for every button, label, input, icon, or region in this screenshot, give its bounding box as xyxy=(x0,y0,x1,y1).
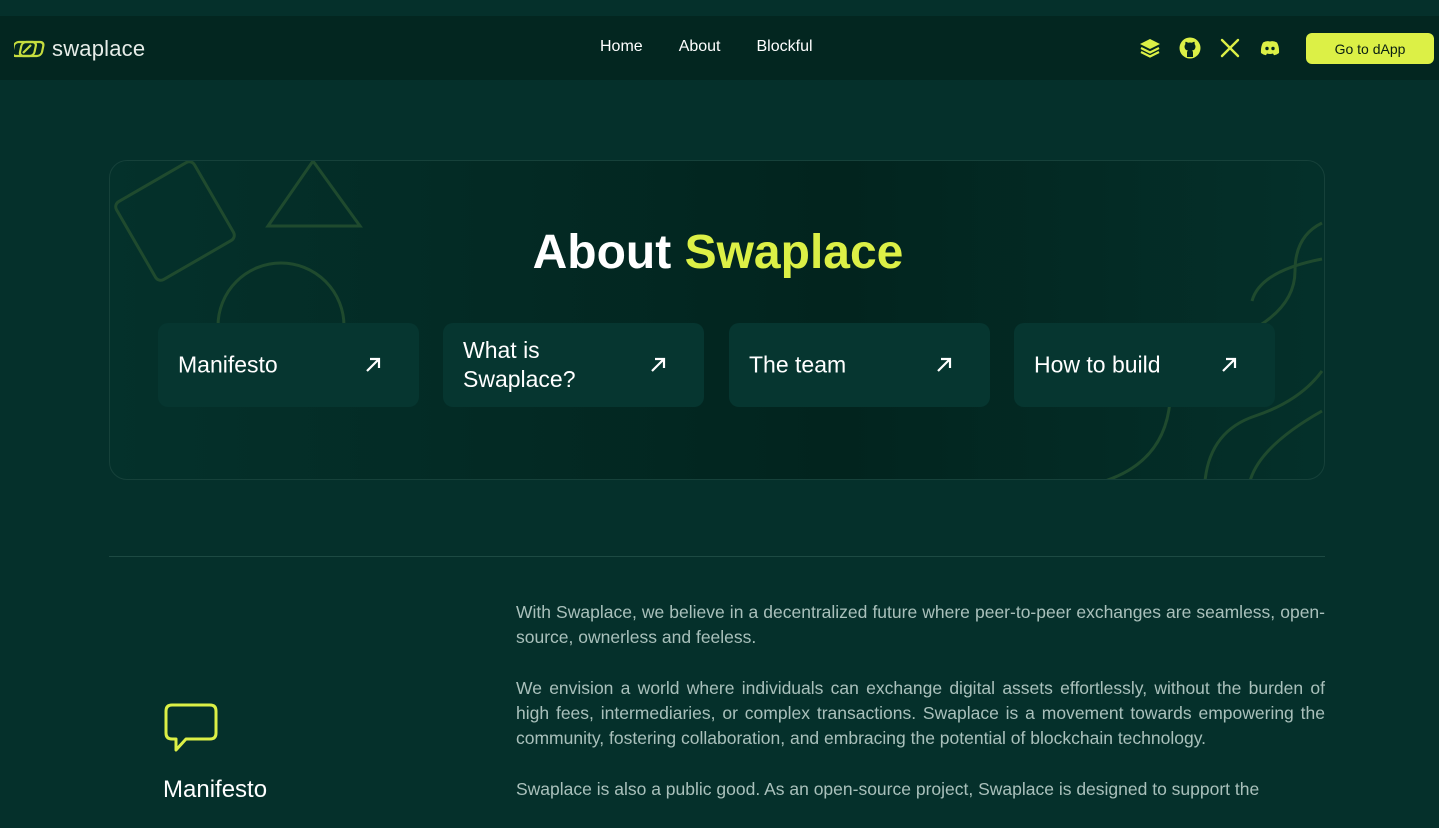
nav-blockful[interactable]: Blockful xyxy=(757,38,813,56)
discord-icon[interactable] xyxy=(1258,36,1282,60)
arrow-up-right-icon xyxy=(651,357,666,372)
github-icon[interactable] xyxy=(1178,36,1202,60)
main-nav: Home About Blockful xyxy=(600,38,849,56)
card-label: Manifesto xyxy=(178,351,278,378)
arrow-up-right-icon xyxy=(1222,357,1237,372)
manifesto-body: With Swaplace, we believe in a decentral… xyxy=(516,600,1325,828)
decorative-shapes xyxy=(114,161,1324,479)
arrow-up-right-icon xyxy=(937,357,952,372)
nav-home[interactable]: Home xyxy=(600,38,643,56)
x-icon[interactable] xyxy=(1218,36,1242,60)
social-links xyxy=(1138,36,1298,60)
brand-name: swaplace xyxy=(52,36,146,61)
title-accent: Swaplace xyxy=(684,226,904,279)
nav-about[interactable]: About xyxy=(679,38,721,56)
speech-bubble-icon xyxy=(164,703,218,752)
stack-icon[interactable] xyxy=(1138,36,1162,60)
site-header: swaplace Home About Blockful Go to dApp xyxy=(0,16,1439,80)
section-divider xyxy=(109,556,1325,557)
paragraph: We envision a world where individuals ca… xyxy=(516,678,1325,748)
logo[interactable]: swaplace xyxy=(14,36,145,62)
about-hero: About Swaplace Manifesto What is Swaplac… xyxy=(109,160,1325,480)
paragraph: Swaplace is also a public good. As an op… xyxy=(516,779,1260,799)
paragraph: With Swaplace, we believe in a decentral… xyxy=(516,602,1325,647)
arrow-up-right-icon xyxy=(366,357,381,372)
card-what-is-swaplace[interactable]: What is Swaplace? xyxy=(443,323,704,407)
page-title: About Swaplace xyxy=(110,225,1324,280)
go-to-dapp-button[interactable]: Go to dApp xyxy=(1306,33,1434,64)
card-the-team[interactable]: The team xyxy=(729,323,990,407)
card-manifesto[interactable]: Manifesto xyxy=(158,323,419,407)
swaplace-logo-icon xyxy=(14,40,45,58)
title-main: About xyxy=(532,226,672,279)
card-label: The team xyxy=(749,351,847,378)
card-label: What is Swaplace? xyxy=(463,337,576,392)
top-strip xyxy=(0,0,1439,16)
section-title: Manifesto xyxy=(163,776,268,803)
card-label: How to build xyxy=(1034,351,1161,378)
card-how-to-build[interactable]: How to build xyxy=(1014,323,1275,407)
